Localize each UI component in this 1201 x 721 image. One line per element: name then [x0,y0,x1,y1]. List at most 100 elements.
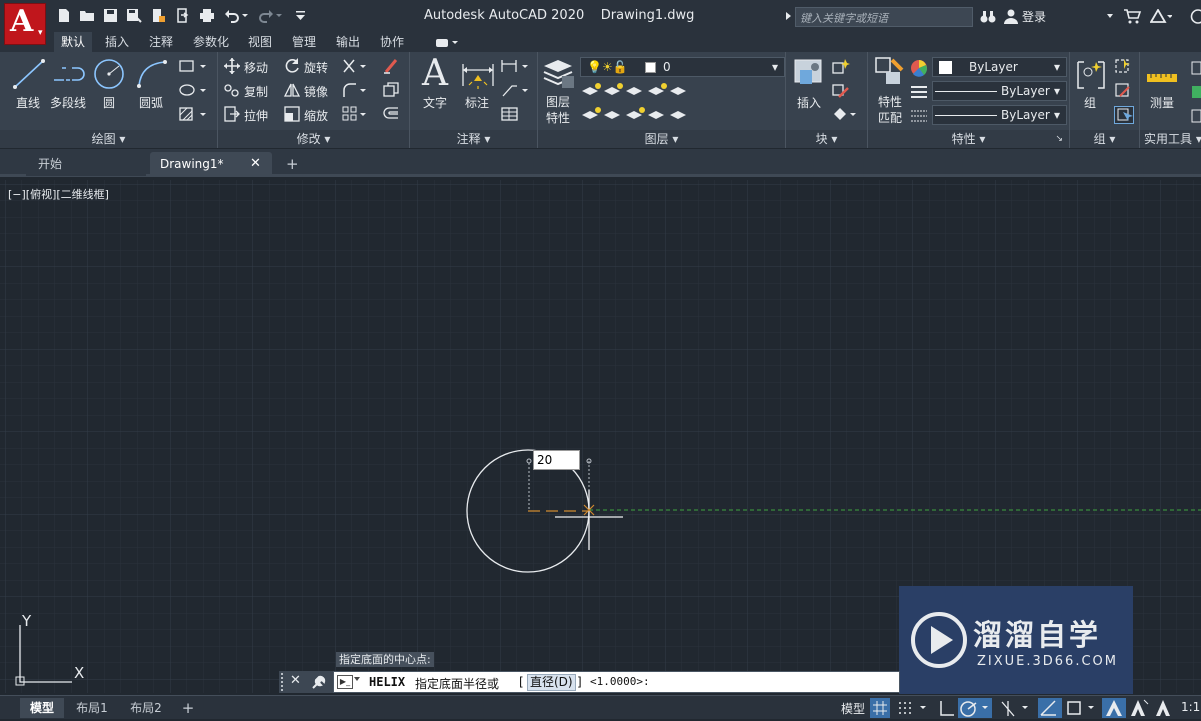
object-snap-icon[interactable] [1064,698,1098,718]
mirror-button[interactable]: 镜像 [304,83,328,100]
tab-drawing1[interactable]: Drawing1* ✕ [150,152,272,176]
polyline-button-label[interactable]: 多段线 [50,94,86,111]
color-dropdown[interactable]: ByLayer ▾ [932,57,1067,77]
copy-icon[interactable] [224,82,240,98]
match-properties-icon[interactable] [874,56,906,90]
polar-tracking-icon[interactable] [958,698,992,718]
command-prompt-icon[interactable]: ▶_ [337,675,353,689]
scale-readout[interactable]: 1:1 [1181,700,1200,714]
tab-layout2[interactable]: 布局2 [122,698,170,718]
move-icon[interactable] [224,58,240,74]
diameter-option[interactable]: 直径(D) [527,674,576,691]
block-panel-title[interactable]: 块 ▾ [786,130,867,148]
edit-block-icon[interactable] [832,82,850,98]
dialog-launcher-icon[interactable]: ↘ [1055,130,1063,148]
close-icon[interactable]: ✕ [250,152,261,176]
explode-icon[interactable] [382,82,400,98]
annotation-visibility-icon[interactable] [1102,698,1126,718]
tab-insert[interactable]: 插入 [100,32,134,52]
tab-model[interactable]: 模型 [20,698,64,718]
add-layout-button[interactable]: + [178,698,198,718]
help-icon[interactable] [1190,9,1201,24]
tab-home[interactable]: 默认 [54,32,92,52]
application-menu-button[interactable]: A ▾ [4,3,46,45]
print-icon[interactable] [199,8,215,23]
autodesk-app-icon[interactable] [1150,9,1168,24]
model-space-button[interactable]: 模型 [841,700,865,717]
rotate-icon[interactable] [284,58,300,74]
tab-view[interactable]: 视图 [243,32,277,52]
tab-collaborate[interactable]: 协作 [375,32,409,52]
command-line[interactable]: ▶_ HELIX 指定底面半径或 [ 直径(D) ] <1.0000>: [333,671,900,693]
color-wheel-icon[interactable] [910,59,928,77]
rotate-button[interactable]: 旋转 [304,59,328,76]
binoculars-icon[interactable] [980,9,996,24]
open-icon[interactable] [79,8,95,23]
layers-panel-title[interactable]: 图层 ▾ [538,130,785,148]
recent-commands-dropdown-icon[interactable] [354,677,360,681]
move-button[interactable]: 移动 [244,59,268,76]
plot-icon[interactable] [150,8,166,23]
viewport-controls[interactable]: [−][俯视][二维线框] [8,186,109,202]
line-button-label[interactable]: 直线 [16,94,40,111]
erase-icon[interactable] [382,58,400,74]
dimension-button-label[interactable]: 标注 [465,94,489,111]
insert-button-label[interactable]: 插入 [797,94,821,111]
dynamic-input-field[interactable]: 20 [533,450,580,470]
scale-icon[interactable] [284,106,300,122]
ungroup-icon[interactable] [1114,58,1132,74]
annotation-panel-title[interactable]: 注释 ▾ [410,130,537,148]
cart-icon[interactable] [1124,9,1142,24]
fillet-icon[interactable] [342,82,368,98]
wrench-icon[interactable] [311,674,327,690]
polyline-icon[interactable] [52,58,86,90]
annotation-scale-icon[interactable] [1154,698,1176,718]
layer-tools-row-2[interactable] [582,105,702,123]
copy-button[interactable]: 复制 [244,83,268,100]
circle-button-label[interactable]: 圆 [103,94,115,111]
measure-icon[interactable] [1146,62,1180,88]
linear-dimension-icon[interactable] [500,58,532,74]
tab-output[interactable]: 输出 [331,32,365,52]
user-icon[interactable] [1004,9,1018,24]
ellipse-icon[interactable] [178,82,210,98]
isodraft-icon[interactable] [998,698,1032,718]
utilities-more-icons[interactable] [1190,58,1201,124]
lineweight-dropdown[interactable]: ByLayer ▾ [932,105,1067,125]
stretch-button[interactable]: 拉伸 [244,107,268,124]
layer-tools-row-1[interactable] [582,81,702,99]
stretch-icon[interactable] [224,106,240,122]
expand-search-icon[interactable] [786,12,791,20]
drag-handle[interactable] [281,673,285,691]
group-edit-icon[interactable] [1114,82,1132,98]
leader-icon[interactable] [500,82,532,98]
arc-icon[interactable] [135,58,169,90]
scale-button[interactable]: 缩放 [304,107,328,124]
snap-toggle-icon[interactable] [896,698,930,718]
utilities-panel-title[interactable]: 实用工具 ▾ [1140,130,1201,148]
tab-layout1[interactable]: 布局1 [68,698,116,718]
layer-dropdown[interactable]: 💡☀🔓 0 ▾ [580,57,785,77]
text-button-label[interactable]: 文字 [423,94,447,111]
login-link[interactable]: 登录 [1022,8,1046,25]
table-icon[interactable] [500,106,520,122]
text-icon[interactable]: A [422,56,452,92]
saveas-icon[interactable] [126,8,142,23]
undo-icon[interactable] [224,8,248,23]
draw-panel-title[interactable]: 绘图 ▾ [0,130,217,148]
ortho-toggle-icon[interactable] [936,698,956,718]
tab-start[interactable]: 开始 [26,152,146,176]
customize-icon[interactable] [293,8,309,23]
object-snap-tracking-icon[interactable] [1038,698,1062,718]
new-icon[interactable] [56,8,72,23]
hatch-icon[interactable] [178,106,210,122]
array-icon[interactable] [342,106,368,122]
properties-panel-title[interactable]: 特性 ▾↘ [868,130,1069,148]
dimension-icon[interactable] [460,58,496,90]
auto-scale-icon[interactable] [1128,698,1152,718]
login-dropdown-icon[interactable] [1107,14,1113,18]
trim-icon[interactable] [342,58,368,74]
groups-panel-title[interactable]: 组 ▾ [1070,130,1139,148]
tab-annotate[interactable]: 注释 [144,32,178,52]
linetype-dropdown[interactable]: ByLayer ▾ [932,81,1067,101]
